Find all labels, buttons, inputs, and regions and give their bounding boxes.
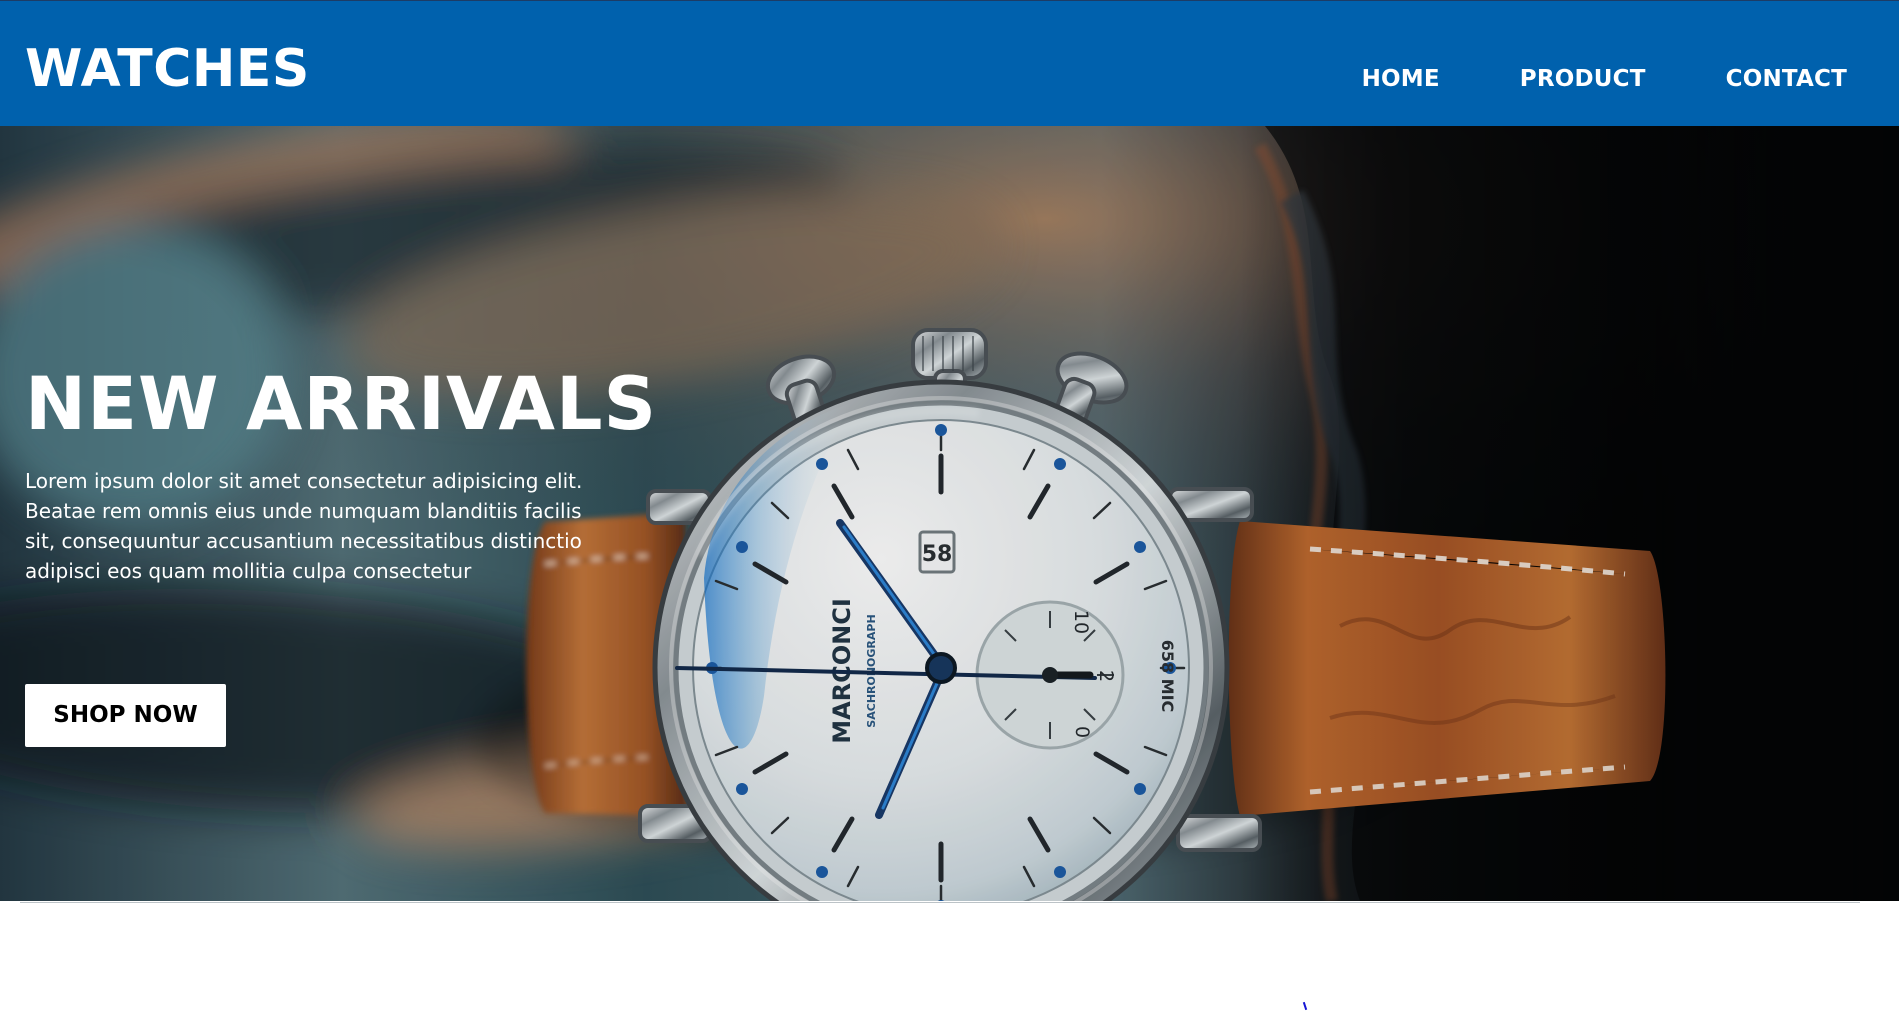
section-divider [20,902,1860,903]
hero-description: Lorem ipsum dolor sit amet consectetur a… [25,469,583,583]
cursor-mark [1302,1001,1308,1011]
nav-contact-link[interactable]: CONTACT [1726,68,1847,91]
site-logo[interactable]: WATCHES [25,43,310,95]
hero-section: 58 10 2 0 MARCONCI SACHRONOGRAPH 658 MIC [0,126,1899,901]
nav-product-link[interactable]: PRODUCT [1520,68,1646,91]
nav-home-link[interactable]: HOME [1362,68,1440,91]
hero-copy: NEW ARRIVALS Lorem ipsum dolor sit amet … [25,362,658,586]
main-navigation: HOME PRODUCT CONTACT [1362,68,1847,91]
shop-now-button[interactable]: SHOP NOW [25,684,226,747]
site-header: WATCHES HOME PRODUCT CONTACT [0,0,1899,126]
watches-homepage: WATCHES HOME PRODUCT CONTACT 58 10 2 0 M… [0,0,1899,1014]
hero-title: NEW ARRIVALS [25,362,658,447]
